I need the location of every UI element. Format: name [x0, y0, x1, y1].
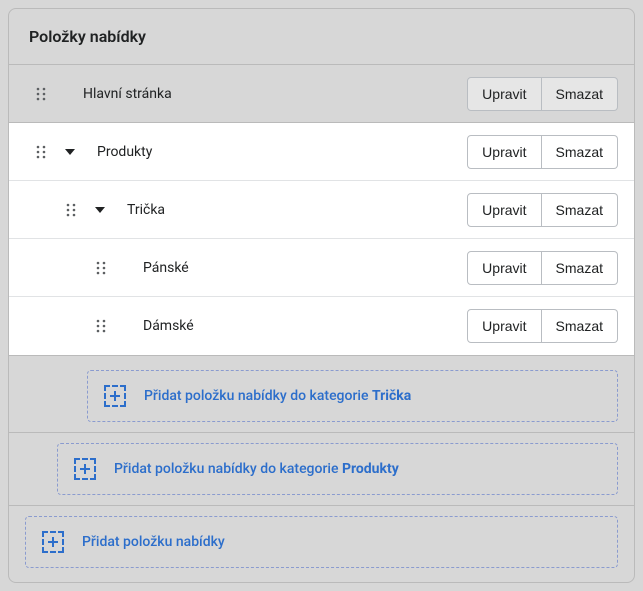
add-dashed-icon	[74, 458, 96, 480]
drag-handle-icon[interactable]	[33, 86, 49, 102]
edit-button[interactable]: Upravit	[467, 135, 541, 169]
menu-item-label: Pánské	[143, 260, 467, 276]
row-actions: Upravit Smazat	[467, 193, 618, 227]
menu-item-label: Trička	[127, 202, 467, 218]
menu-item-row[interactable]: Dámské Upravit Smazat	[9, 297, 634, 355]
add-item-to-category-button[interactable]: Přidat položku nabídky do kategorie Prod…	[57, 443, 618, 495]
chevron-down-icon[interactable]	[93, 203, 107, 217]
add-dashed-icon	[104, 385, 126, 407]
row-actions: Upravit Smazat	[467, 309, 618, 343]
menu-item-label: Hlavní stránka	[83, 86, 467, 102]
row-actions: Upravit Smazat	[467, 251, 618, 285]
edit-button[interactable]: Upravit	[467, 193, 541, 227]
menu-item-label: Dámské	[143, 318, 467, 334]
delete-button[interactable]: Smazat	[542, 135, 618, 169]
add-item-label: Přidat položku nabídky	[82, 534, 225, 550]
drag-handle-icon[interactable]	[93, 260, 109, 276]
add-item-label: Přidat položku nabídky do kategorie Prod…	[114, 461, 399, 477]
row-actions: Upravit Smazat	[467, 77, 618, 111]
edit-button[interactable]: Upravit	[467, 251, 541, 285]
add-item-label: Přidat položku nabídky do kategorie Trič…	[144, 388, 411, 404]
expanded-group: Produkty Upravit Smazat Trička Upravit S…	[9, 123, 634, 356]
delete-button[interactable]: Smazat	[542, 251, 618, 285]
menu-items-panel: Položky nabídky Hlavní stránka Upravit S…	[8, 8, 635, 583]
row-actions: Upravit Smazat	[467, 135, 618, 169]
chevron-down-icon[interactable]	[63, 145, 77, 159]
delete-button[interactable]: Smazat	[542, 193, 618, 227]
drag-handle-icon[interactable]	[63, 202, 79, 218]
drag-handle-icon[interactable]	[93, 318, 109, 334]
edit-button[interactable]: Upravit	[467, 309, 541, 343]
drag-handle-icon[interactable]	[33, 144, 49, 160]
menu-item-row[interactable]: Pánské Upravit Smazat	[9, 239, 634, 297]
menu-item-row[interactable]: Trička Upravit Smazat	[9, 181, 634, 239]
add-item-button[interactable]: Přidat položku nabídky	[25, 516, 618, 568]
add-dashed-icon	[42, 531, 64, 553]
menu-item-row[interactable]: Hlavní stránka Upravit Smazat	[9, 65, 634, 123]
delete-button[interactable]: Smazat	[542, 77, 618, 111]
menu-item-label: Produkty	[97, 144, 467, 160]
menu-item-row[interactable]: Produkty Upravit Smazat	[9, 123, 634, 181]
edit-button[interactable]: Upravit	[467, 77, 541, 111]
add-item-to-category-button[interactable]: Přidat položku nabídky do kategorie Trič…	[87, 370, 618, 422]
panel-title: Položky nabídky	[9, 9, 634, 65]
delete-button[interactable]: Smazat	[542, 309, 618, 343]
